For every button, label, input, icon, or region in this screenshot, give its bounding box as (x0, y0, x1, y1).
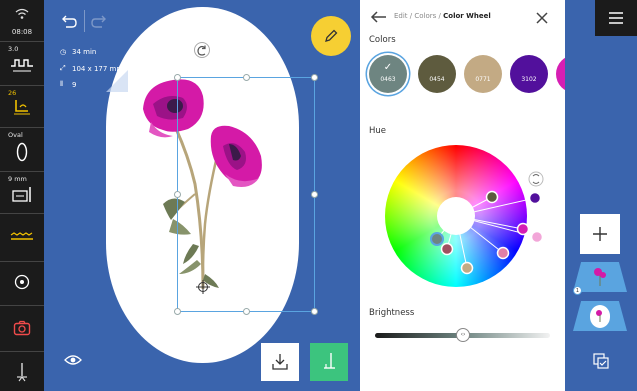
presser-foot-button[interactable]: 9 mm (0, 172, 44, 214)
tension-value: 26 (8, 89, 17, 97)
undo-button[interactable] (58, 12, 78, 32)
needle-position-button[interactable] (0, 262, 44, 306)
hue-marker (530, 230, 544, 244)
rotate-handle[interactable] (194, 42, 210, 58)
back-button[interactable] (369, 9, 389, 25)
add-design-button[interactable] (580, 214, 620, 254)
start-embroidery-button[interactable] (310, 343, 348, 381)
sew-needle-icon (324, 353, 335, 369)
resize-handle[interactable] (243, 308, 250, 315)
tension-button[interactable]: 26 (0, 86, 44, 128)
select-layers-button[interactable] (592, 352, 610, 370)
camera-icon (13, 320, 31, 336)
color-swatch-0454[interactable]: 0454 (418, 55, 456, 93)
camera-button[interactable] (0, 306, 44, 352)
show-hide-button[interactable] (64, 352, 82, 366)
eye-icon (64, 355, 82, 365)
resize-icon: ⤢ (60, 64, 66, 72)
color-swatch-3102[interactable]: 3102 (510, 55, 548, 93)
wheel-markers[interactable] (385, 145, 545, 287)
hue-marker (440, 242, 454, 256)
color-count-icon: ⦀ (60, 80, 64, 88)
hue-marker-selected (430, 232, 444, 246)
hoop-shape-label: Oval (8, 131, 23, 139)
hue-marker (528, 191, 542, 205)
hue-marker (460, 261, 474, 275)
presser-height-value: 9 mm (8, 175, 27, 183)
stitch-length-value: 3.0 (8, 45, 19, 53)
back-arrow-icon (370, 11, 386, 23)
redo-icon (91, 15, 106, 28)
breadcrumb: Edit / Colors / Color Wheel (394, 12, 491, 20)
resize-handle[interactable] (311, 308, 318, 315)
hue-marker (516, 222, 530, 236)
menu-button[interactable] (595, 0, 637, 36)
presser-foot-icon (12, 187, 31, 202)
poppy-thumbnail (594, 268, 606, 286)
design-time: ◷ 34 min (60, 48, 97, 56)
hoop-button[interactable]: Oval (0, 128, 44, 172)
wifi-icon (15, 8, 29, 19)
needle-thread-icon (17, 363, 27, 382)
color-swatch-0463[interactable]: ✓ 0463 (369, 55, 407, 93)
stitch-pattern-button[interactable] (0, 214, 44, 262)
import-button[interactable] (261, 343, 299, 381)
left-toolbar: 08:08 3.0 26 Oval 9 mm (0, 0, 44, 391)
redo-button[interactable] (90, 12, 110, 32)
close-icon (536, 12, 548, 24)
design-layer-2[interactable] (573, 301, 627, 331)
needle-stop-icon (14, 274, 30, 290)
undo-icon (62, 15, 77, 28)
brightness-title: Brightness (369, 308, 415, 318)
selection-frame[interactable] (177, 77, 315, 312)
hamburger-menu-icon (609, 12, 623, 24)
status-block: 08:08 (0, 0, 44, 42)
hue-marker (496, 246, 510, 260)
clock-icon: ◷ (60, 48, 67, 56)
design-colors: ⦀ 9 (60, 80, 77, 89)
download-icon (272, 354, 288, 370)
embroidery-canvas[interactable]: ◷ 34 min ⤢ 104 x 177 mm ⦀ 9 (44, 0, 360, 391)
hue-title: Hue (369, 126, 387, 136)
plus-icon (593, 227, 607, 241)
zigzag-stitch-icon (10, 232, 33, 240)
brightness-thumb[interactable]: ‹› (456, 328, 470, 342)
breadcrumb-colors[interactable]: Colors / (414, 12, 441, 20)
hue-marker (485, 190, 499, 204)
resize-handle[interactable] (174, 191, 181, 198)
breadcrumb-edit[interactable]: Edit / (394, 12, 412, 20)
brightness-slider[interactable]: ‹› (375, 328, 550, 342)
layers-check-icon (593, 353, 609, 369)
resize-handle[interactable] (311, 191, 318, 198)
close-button[interactable] (535, 10, 549, 24)
edit-pencil-button[interactable] (311, 16, 351, 56)
stitch-length-icon (11, 59, 33, 72)
thread-cutter-button[interactable] (0, 352, 44, 391)
tension-icon (14, 100, 30, 115)
stitch-length-button[interactable]: 3.0 (0, 42, 44, 86)
color-wheel-panel: Edit / Colors / Color Wheel Colors ✓ 046… (360, 0, 576, 391)
layer-count-badge: 1 (573, 286, 582, 295)
resize-handle[interactable] (243, 74, 250, 81)
design-size: ⤢ 104 x 177 mm (60, 64, 124, 73)
crosshair-icon (196, 280, 210, 294)
rotate-icon (197, 45, 206, 56)
resize-handle[interactable] (311, 74, 318, 81)
checkmark-icon: ✓ (383, 62, 393, 73)
oval-hoop-icon (16, 142, 28, 162)
pencil-icon (325, 29, 338, 42)
resize-handle[interactable] (174, 74, 181, 81)
resize-handle[interactable] (174, 308, 181, 315)
clock-time: 08:08 (11, 28, 33, 36)
right-sidebar: 1 (565, 0, 637, 391)
toolbar-divider (84, 10, 85, 32)
breadcrumb-current: Color Wheel (443, 12, 491, 20)
poppy-thumbnail (596, 310, 602, 322)
color-swatch-0771[interactable]: 0771 (464, 55, 502, 93)
